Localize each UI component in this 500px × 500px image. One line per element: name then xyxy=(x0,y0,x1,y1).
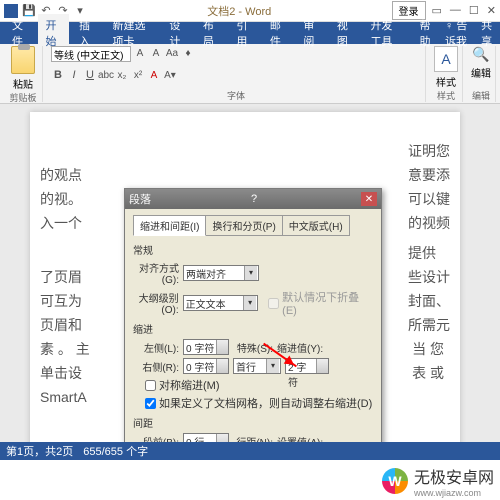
special-select[interactable]: 首行 xyxy=(233,358,281,374)
italic-icon[interactable]: I xyxy=(67,68,81,82)
editing-button[interactable]: 🔍 编辑 xyxy=(471,46,491,80)
watermark-logo-icon xyxy=(382,468,408,494)
change-case-icon[interactable]: Aa xyxy=(165,47,179,61)
tell-me[interactable]: ♀ 告诉我 xyxy=(445,17,475,49)
dialog-close-icon[interactable]: ✕ xyxy=(361,192,377,206)
maximize-icon[interactable]: ☐ xyxy=(469,4,479,17)
left-indent-spin[interactable]: 0 字符 xyxy=(183,339,229,355)
outline-select[interactable]: 正文文本 xyxy=(183,295,259,311)
highlight-icon[interactable]: A xyxy=(147,68,161,82)
strike-icon[interactable]: abc xyxy=(99,68,113,82)
sub-icon[interactable]: x₂ xyxy=(115,68,129,82)
status-words[interactable]: 655/655 个字 xyxy=(83,443,148,459)
font-name-select[interactable]: 等线 (中文正文) xyxy=(51,46,131,62)
bold-icon[interactable]: B xyxy=(51,68,65,82)
section-spacing: 间距 xyxy=(133,415,373,430)
sym-check[interactable] xyxy=(145,380,156,391)
section-indent: 缩进 xyxy=(133,321,373,336)
group-font: 字体 xyxy=(51,89,421,102)
right-indent-spin[interactable]: 0 字符 xyxy=(183,358,229,374)
share-button[interactable]: 共享 xyxy=(481,17,496,49)
underline-icon[interactable]: U xyxy=(83,68,97,82)
section-general: 常规 xyxy=(133,242,373,257)
dialog-help-icon[interactable]: ? xyxy=(251,193,257,205)
styles-button[interactable]: A 样式 xyxy=(434,46,458,89)
status-page[interactable]: 第1页，共2页 xyxy=(6,443,73,459)
dlg-tab-page[interactable]: 换行和分页(P) xyxy=(205,215,282,236)
dlg-tab-indent[interactable]: 缩进和间距(I) xyxy=(133,215,206,236)
watermark: 无极安卓网 www.wjiazw.com xyxy=(382,464,494,498)
font-color-icon[interactable]: A▾ xyxy=(163,68,177,82)
collapse-check xyxy=(268,298,279,309)
clipboard-icon xyxy=(11,46,35,74)
dialog-title: 段落 xyxy=(129,191,151,207)
group-clipboard: 剪贴板 xyxy=(8,91,38,104)
paragraph-dialog: 段落 ? ✕ 缩进和间距(I) 换行和分页(P) 中文版式(H) 常规 对齐方式… xyxy=(124,188,382,444)
sup-icon[interactable]: x² xyxy=(131,68,145,82)
align-select[interactable]: 两端对齐 xyxy=(183,265,259,281)
clear-format-icon[interactable]: ♦ xyxy=(181,47,195,61)
grow-font-icon[interactable]: A xyxy=(133,47,147,61)
find-icon: 🔍 xyxy=(472,46,489,63)
dlg-tab-chinese[interactable]: 中文版式(H) xyxy=(282,215,350,236)
styles-icon: A xyxy=(434,46,458,72)
autogrid-check[interactable] xyxy=(145,398,156,409)
close-icon[interactable]: ✕ xyxy=(487,4,496,17)
paste-button[interactable]: 粘贴 xyxy=(8,46,38,91)
minimize-icon[interactable]: — xyxy=(450,4,461,17)
shrink-font-icon[interactable]: A xyxy=(149,47,163,61)
